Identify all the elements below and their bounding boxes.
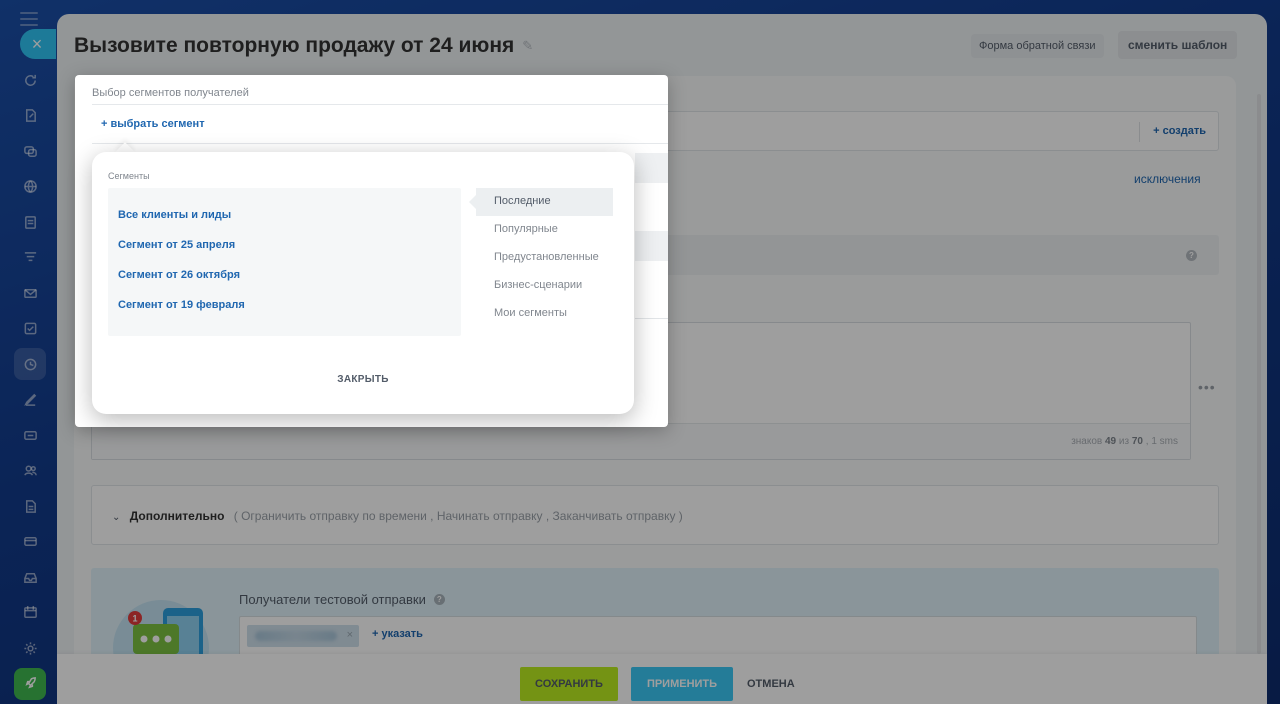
segments-list: Все клиенты и лиды Сегмент от 25 апреля … xyxy=(108,188,461,336)
category-recent[interactable]: Последние xyxy=(469,188,613,216)
segment-item[interactable]: Сегмент от 26 октября xyxy=(118,269,240,281)
segment-categories: Последние Популярные Предустановленные Б… xyxy=(469,188,613,328)
segments-popup: Сегменты Все клиенты и лиды Сегмент от 2… xyxy=(92,152,634,414)
category-preset[interactable]: Предустановленные xyxy=(476,244,613,272)
segment-item[interactable]: Сегмент от 25 апреля xyxy=(118,239,235,251)
segment-picker-label: Выбор сегментов получателей xyxy=(92,87,249,99)
segment-item[interactable]: Все клиенты и лиды xyxy=(118,209,231,221)
segment-picker-field: + выбрать сегмент xyxy=(92,104,668,144)
segment-item[interactable]: Сегмент от 19 февраля xyxy=(118,299,245,311)
category-my-segments[interactable]: Мои сегменты xyxy=(476,300,613,328)
category-business[interactable]: Бизнес-сценарии xyxy=(476,272,613,300)
background-row xyxy=(635,153,668,183)
close-popup-button[interactable]: ЗАКРЫТЬ xyxy=(92,374,634,385)
select-segment-link[interactable]: + выбрать сегмент xyxy=(101,118,205,130)
background-row xyxy=(635,231,668,261)
divider xyxy=(635,318,668,319)
category-popular[interactable]: Популярные xyxy=(476,216,613,244)
segments-title: Сегменты xyxy=(108,171,150,181)
